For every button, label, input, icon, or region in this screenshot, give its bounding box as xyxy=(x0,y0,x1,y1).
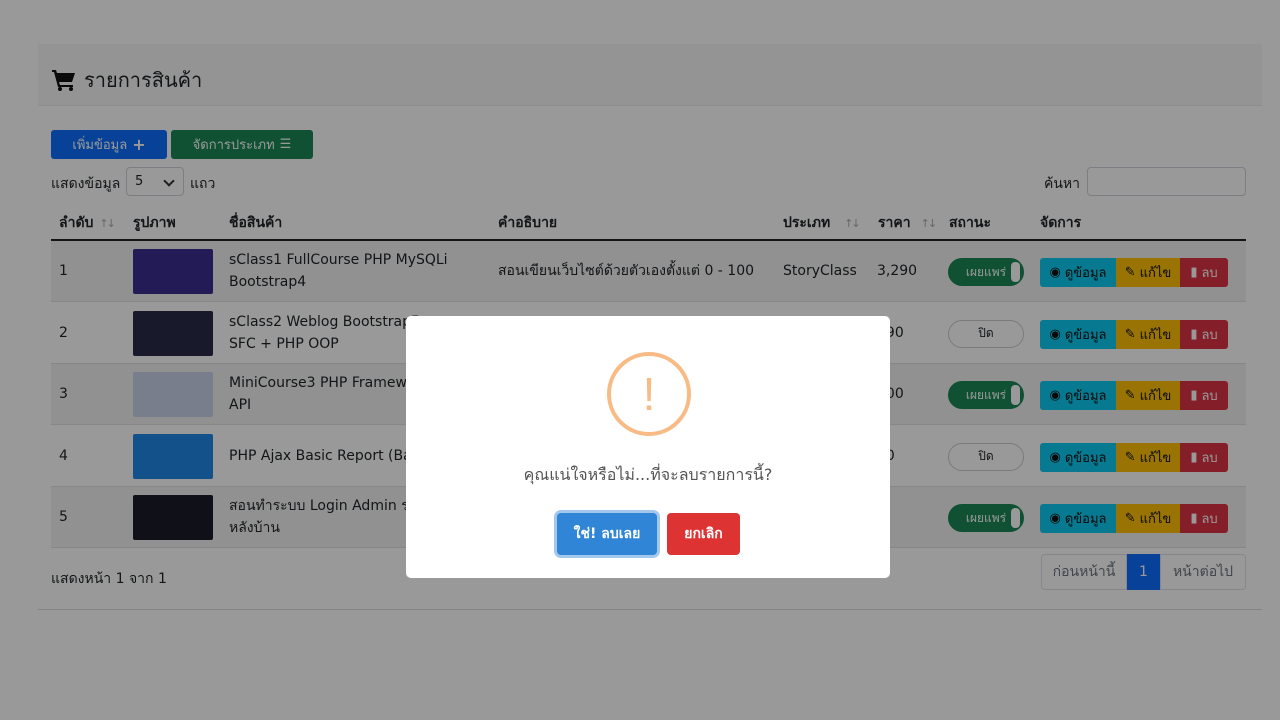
warning-glyph: ! xyxy=(642,368,656,420)
confirm-delete-button[interactable]: ใช่! ลบเลย xyxy=(557,513,657,555)
dialog-message: คุณแน่ใจหรือไม่...ที่จะลบรายการนี้? xyxy=(523,465,773,484)
confirm-delete-dialog: ! คุณแน่ใจหรือไม่...ที่จะลบรายการนี้? ใช… xyxy=(406,316,890,578)
warning-icon: ! xyxy=(607,352,691,436)
cancel-button[interactable]: ยกเลิก xyxy=(667,513,740,555)
